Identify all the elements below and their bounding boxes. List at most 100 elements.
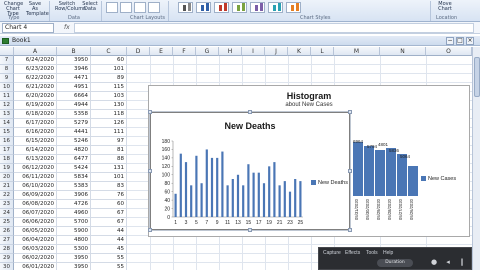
column-header-o[interactable]: O <box>426 47 472 56</box>
cell-new-cases[interactable]: 5900 <box>57 227 91 236</box>
cell-new-cases[interactable]: 4726 <box>57 200 91 209</box>
cell-date[interactable]: 06/11/2020 <box>14 173 57 182</box>
cell-new-cases[interactable]: 6477 <box>57 155 91 164</box>
cell-date[interactable]: 6/13/2020 <box>14 155 57 164</box>
cell-date[interactable]: 06/10/2020 <box>14 182 57 191</box>
menu-effects[interactable]: Effects <box>345 250 360 256</box>
resize-handle[interactable] <box>348 228 352 232</box>
cell-new-cases[interactable]: 4471 <box>57 74 91 83</box>
cell-date[interactable]: 06/07/2020 <box>14 209 57 218</box>
row-header[interactable]: 25 <box>0 218 14 227</box>
cell-date[interactable]: 06/04/2020 <box>14 236 57 245</box>
chart-style-swatch[interactable] <box>214 2 229 13</box>
vertical-scrollbar[interactable] <box>472 47 480 270</box>
cell-new-deaths[interactable]: 81 <box>91 146 127 155</box>
column-header-f[interactable]: F <box>173 47 196 56</box>
cell-date[interactable]: 6/19/2020 <box>14 101 57 110</box>
formula-input[interactable] <box>74 23 474 33</box>
scrollbar-thumb[interactable] <box>474 57 480 97</box>
row-header[interactable]: 8 <box>0 65 14 74</box>
column-header-d[interactable]: D <box>127 47 150 56</box>
volume-icon[interactable]: ◂ <box>445 259 451 266</box>
cell-new-deaths[interactable]: 55 <box>91 263 127 270</box>
chart-style-swatch[interactable] <box>286 2 301 13</box>
resize-handle[interactable] <box>348 169 352 173</box>
layout-thumbnail[interactable] <box>134 2 146 13</box>
row-header[interactable]: 28 <box>0 245 14 254</box>
cell-new-cases[interactable]: 5279 <box>57 119 91 128</box>
save-as-template-button[interactable]: Save As Template <box>26 2 49 17</box>
select-data-button[interactable]: Select Data <box>82 2 98 12</box>
row-header[interactable]: 7 <box>0 56 14 65</box>
fx-icon[interactable]: fx <box>64 24 70 31</box>
pause-icon[interactable]: ‖ <box>459 259 465 266</box>
cell-date[interactable]: 6/21/2020 <box>14 83 57 92</box>
cell-new-cases[interactable]: 3950 <box>57 263 91 270</box>
cell-new-deaths[interactable]: 44 <box>91 236 127 245</box>
row-header[interactable]: 24 <box>0 209 14 218</box>
cell-date[interactable]: 06/08/2020 <box>14 200 57 209</box>
cell-new-deaths[interactable]: 67 <box>91 209 127 218</box>
cell-date[interactable]: 6/24/2020 <box>14 56 57 65</box>
row-header[interactable]: 29 <box>0 254 14 263</box>
cell-new-deaths[interactable]: 111 <box>91 128 127 137</box>
row-header[interactable]: 19 <box>0 164 14 173</box>
cell-new-cases[interactable]: 3950 <box>57 56 91 65</box>
column-header-i[interactable]: I <box>242 47 265 56</box>
cell-new-deaths[interactable]: 55 <box>91 254 127 263</box>
row-header[interactable]: 27 <box>0 236 14 245</box>
move-chart-button[interactable]: Move Chart <box>436 2 454 12</box>
cell-date[interactable]: 06/03/2020 <box>14 245 57 254</box>
row-header[interactable]: 23 <box>0 200 14 209</box>
cell-new-cases[interactable]: 3906 <box>57 191 91 200</box>
cell-new-cases[interactable]: 4800 <box>57 236 91 245</box>
row-header[interactable]: 20 <box>0 173 14 182</box>
cell-new-cases[interactable]: 3950 <box>57 254 91 263</box>
column-header-g[interactable]: G <box>196 47 219 56</box>
resize-handle[interactable] <box>248 228 252 232</box>
resize-handle[interactable] <box>348 110 352 114</box>
menu-help[interactable]: Help <box>383 250 393 256</box>
cell-new-deaths[interactable]: 60 <box>91 56 127 65</box>
cell-new-deaths[interactable]: 67 <box>91 218 127 227</box>
cell-new-cases[interactable]: 4944 <box>57 101 91 110</box>
column-header-h[interactable]: H <box>219 47 242 56</box>
cell-new-deaths[interactable]: 45 <box>91 245 127 254</box>
cell-date[interactable]: 06/05/2020 <box>14 227 57 236</box>
cell-date[interactable]: 06/02/2020 <box>14 254 57 263</box>
chart-style-swatch[interactable] <box>232 2 247 13</box>
cell-new-deaths[interactable]: 60 <box>91 200 127 209</box>
layout-thumbnail[interactable] <box>148 2 160 13</box>
column-header-c[interactable]: C <box>91 47 127 56</box>
layout-thumbnail[interactable] <box>106 2 118 13</box>
cell-new-deaths[interactable]: 126 <box>91 119 127 128</box>
row-header[interactable]: 11 <box>0 92 14 101</box>
row-header[interactable]: 18 <box>0 155 14 164</box>
row-header[interactable]: 21 <box>0 182 14 191</box>
cell-new-deaths[interactable]: 115 <box>91 83 127 92</box>
cell-new-cases[interactable]: 4960 <box>57 209 91 218</box>
column-header-l[interactable]: L <box>311 47 334 56</box>
cell-date[interactable]: 6/17/2020 <box>14 119 57 128</box>
resize-handle[interactable] <box>148 110 152 114</box>
cell-new-deaths[interactable]: 89 <box>91 74 127 83</box>
cell-date[interactable]: 6/15/2020 <box>14 137 57 146</box>
cell-date[interactable]: 6/20/2020 <box>14 92 57 101</box>
cell-new-cases[interactable]: 5383 <box>57 182 91 191</box>
switch-row-column-button[interactable]: Switch Row/Column <box>55 2 86 12</box>
chart-style-swatch[interactable] <box>250 2 265 13</box>
cell-new-deaths[interactable]: 131 <box>91 164 127 173</box>
cell-date[interactable]: 06/01/2020 <box>14 263 57 270</box>
cell-new-deaths[interactable]: 103 <box>91 92 127 101</box>
chart-style-swatch[interactable] <box>268 2 283 13</box>
cell-date[interactable]: 6/23/2020 <box>14 65 57 74</box>
cell-new-deaths[interactable]: 130 <box>91 101 127 110</box>
cell-new-cases[interactable]: 5300 <box>57 245 91 254</box>
cell-new-deaths[interactable]: 76 <box>91 191 127 200</box>
cell-new-cases[interactable]: 5246 <box>57 137 91 146</box>
column-header-e[interactable]: E <box>150 47 173 56</box>
cell-date[interactable]: 06/06/2020 <box>14 218 57 227</box>
row-header[interactable]: 15 <box>0 128 14 137</box>
chart-style-swatch[interactable] <box>196 2 211 13</box>
row-header[interactable]: 22 <box>0 191 14 200</box>
